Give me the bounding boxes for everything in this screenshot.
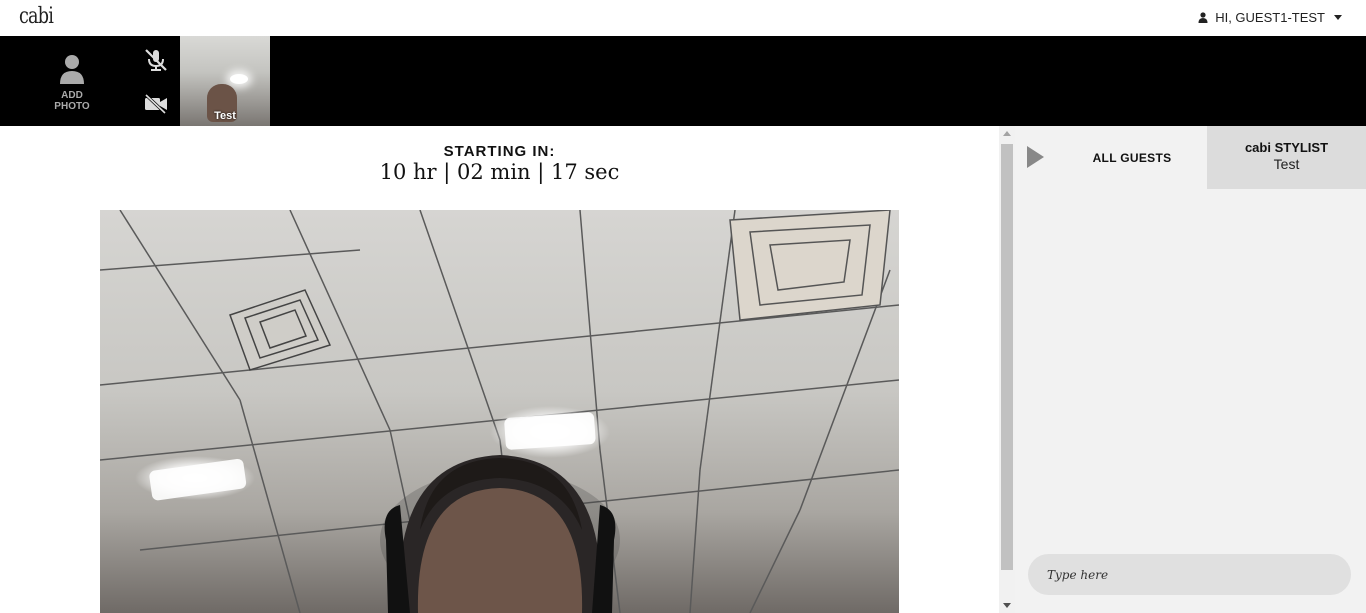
- tab-all-guests[interactable]: ALL GUESTS: [1057, 126, 1207, 189]
- user-greeting: HI, GUEST1-TEST: [1215, 10, 1325, 25]
- avatar-placeholder-icon: [60, 55, 84, 84]
- top-bar: cabi HI, GUEST1-TEST: [0, 0, 1366, 36]
- add-photo-label-line1: ADD: [61, 90, 83, 101]
- tab-cabi-stylist[interactable]: cabi STYLIST Test: [1207, 126, 1366, 189]
- user-menu[interactable]: HI, GUEST1-TEST: [1198, 10, 1342, 25]
- scroll-down-icon[interactable]: [1003, 603, 1011, 608]
- caret-down-icon: [1334, 15, 1342, 20]
- ceiling-vent-left: [229, 289, 332, 371]
- play-triangle-icon[interactable]: [1027, 146, 1044, 168]
- chat-panel: ALL GUESTS cabi STYLIST Test: [1015, 126, 1366, 613]
- camera-toggle-button[interactable]: [143, 93, 169, 119]
- stylist-tab-title: cabi STYLIST: [1244, 140, 1329, 155]
- chat-tabs: ALL GUESTS cabi STYLIST Test: [1015, 126, 1366, 189]
- participant-thumbnail[interactable]: Test: [180, 36, 270, 126]
- mic-muted-icon: [145, 49, 167, 71]
- main-scrollbar[interactable]: [999, 126, 1015, 613]
- mic-toggle-button[interactable]: [143, 47, 169, 78]
- participants-bar: ADD PHOTO Test: [0, 36, 1366, 126]
- stylist-tab-name: Test: [1273, 156, 1300, 172]
- participant-name: Test: [214, 110, 236, 122]
- main-video-feed: [100, 210, 899, 613]
- countdown-timer: 10 hr | 02 min | 17 sec: [379, 160, 620, 184]
- thumbnail-ceiling-light: [230, 74, 248, 84]
- user-icon: [1198, 12, 1208, 23]
- add-photo-button[interactable]: ADD PHOTO: [42, 54, 102, 112]
- video-frame-image: [100, 210, 899, 613]
- countdown-title: STARTING IN:: [443, 143, 556, 160]
- cabi-logo[interactable]: cabi: [19, 4, 54, 29]
- scrollbar-thumb[interactable]: [1001, 144, 1013, 570]
- scroll-up-icon[interactable]: [1003, 131, 1011, 136]
- chat-message-input[interactable]: [1028, 554, 1351, 595]
- ceiling-vent-right: [729, 210, 891, 321]
- add-photo-label-line2: PHOTO: [54, 101, 90, 112]
- camera-off-icon: [144, 93, 167, 115]
